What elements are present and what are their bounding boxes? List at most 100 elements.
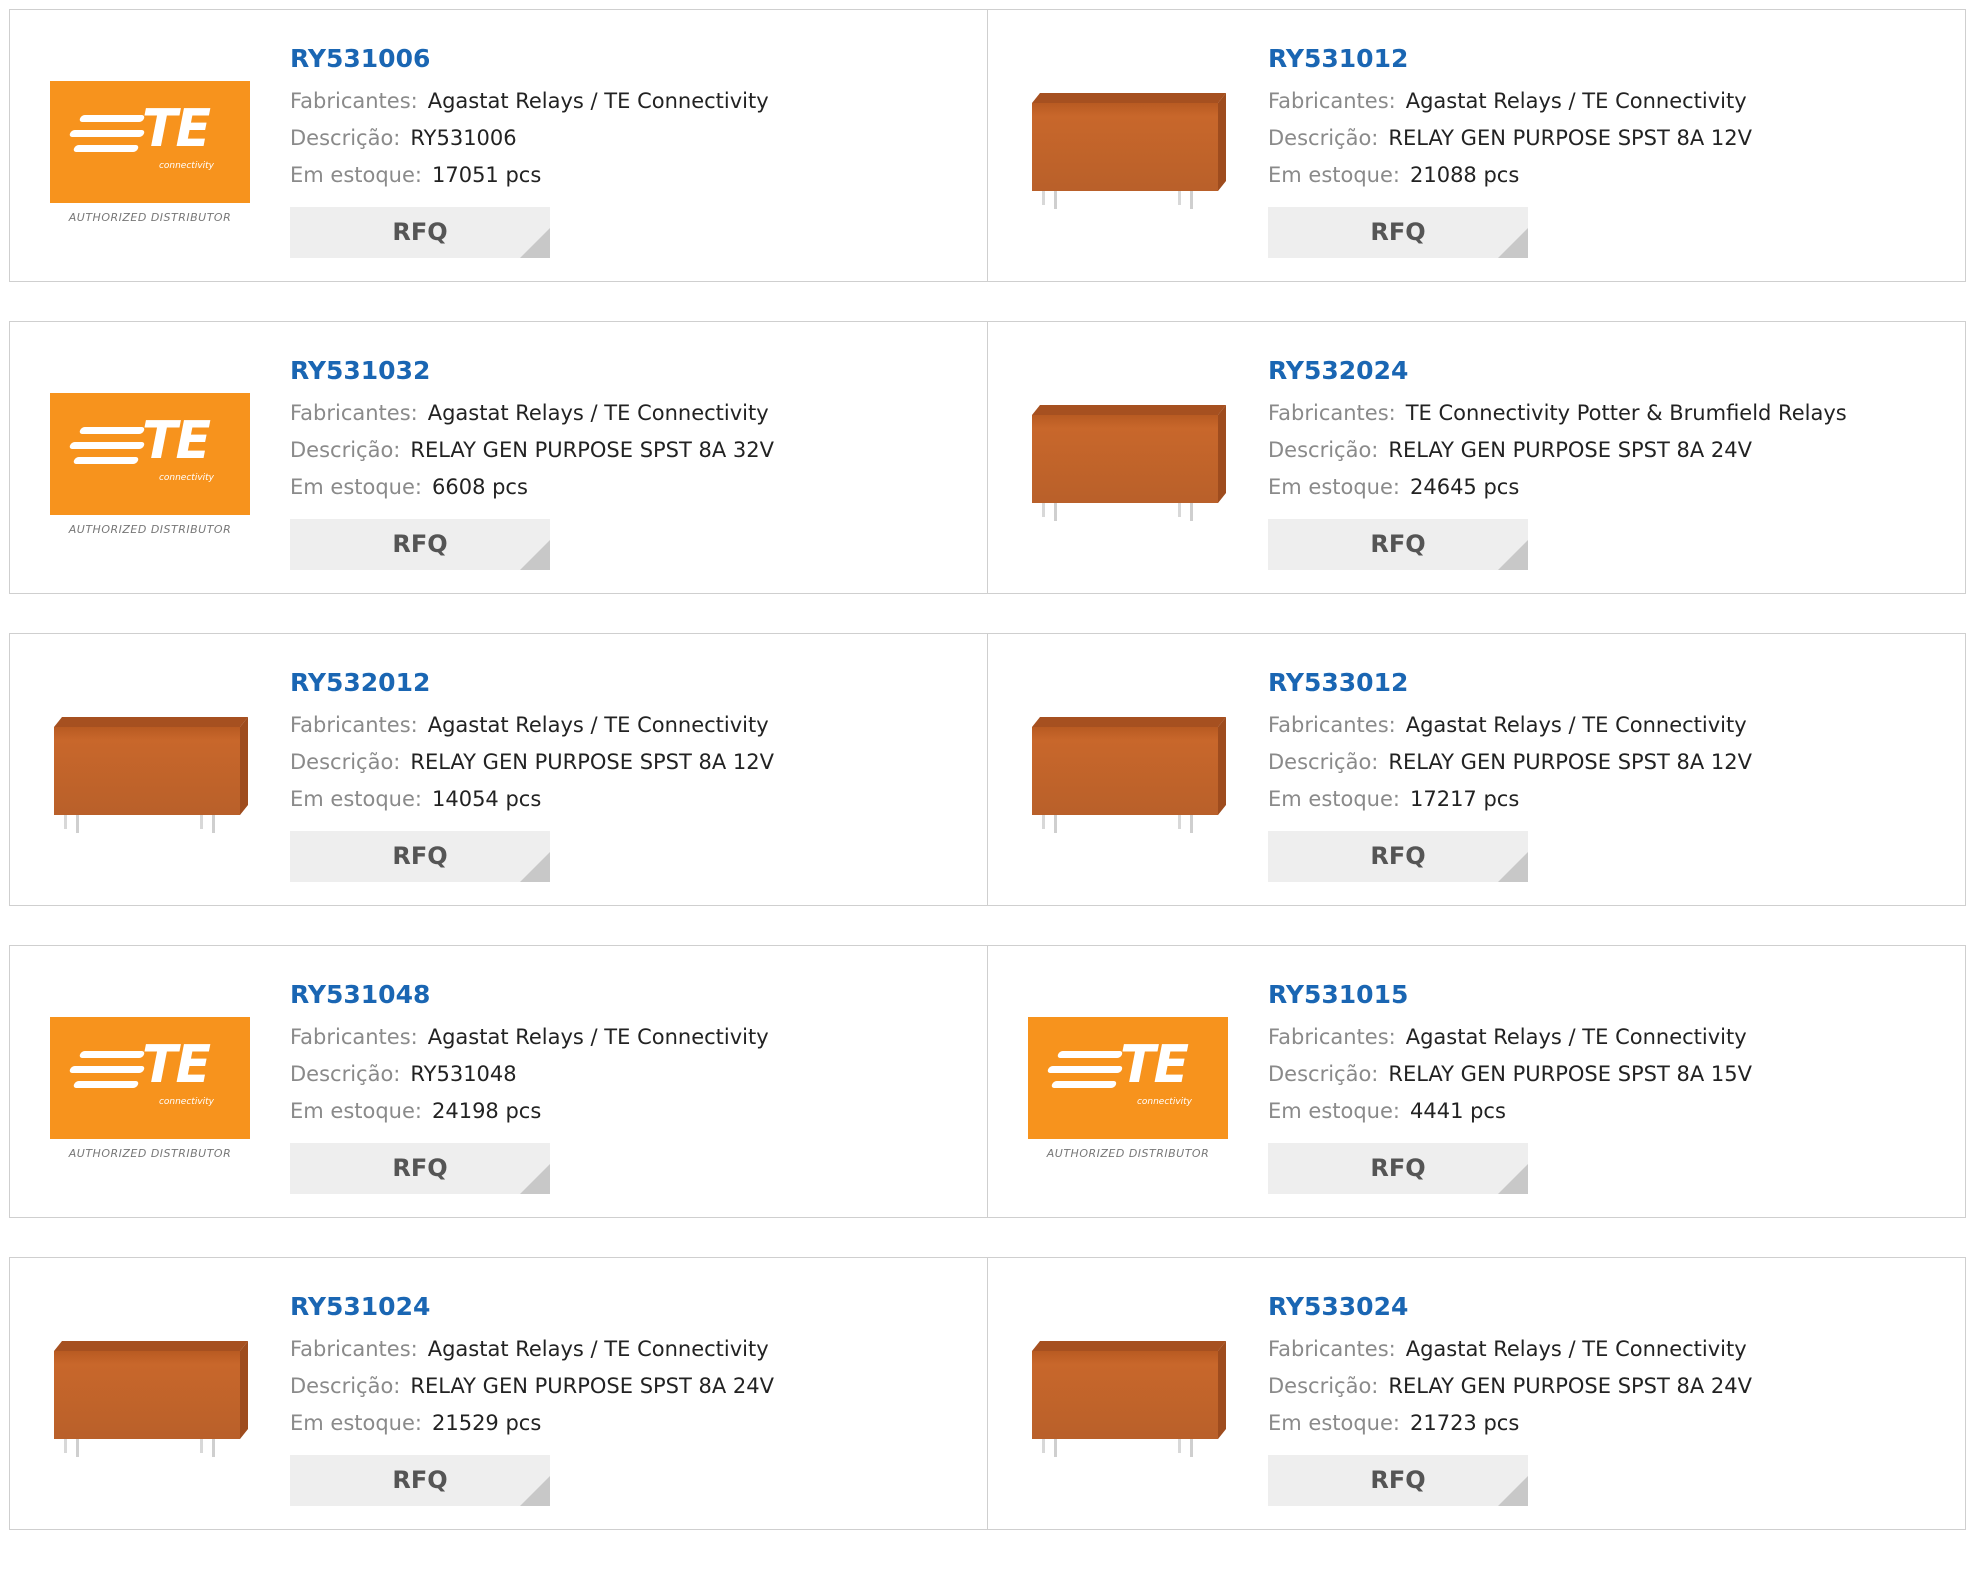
relay-photo [1032,405,1226,521]
rfq-label: RFQ [1370,218,1426,246]
description-row: Descrição: RELAY GEN PURPOSE SPST 8A 24V [290,1368,977,1405]
manufacturer-value: TE Connectivity Potter & Brumfield Relay… [1405,401,1847,425]
manufacturer-label: Fabricantes: [290,401,418,425]
rfq-label: RFQ [1370,1466,1426,1494]
te-logo-bars [1046,1051,1124,1096]
authorized-distributor-text: AUTHORIZED DISTRIBUTOR [68,523,232,536]
product-image[interactable] [1028,700,1228,860]
product-row: RY531024 Fabricantes: Agastat Relays / TE… [9,1257,1966,1530]
rfq-button[interactable]: RFQ [1268,831,1528,882]
description-label: Descrição: [1268,126,1379,150]
description-row: Descrição: RY531048 [290,1056,977,1093]
rfq-corner-triangle [520,1476,550,1506]
product-image[interactable] [50,1324,250,1484]
manufacturer-row: Fabricantes: Agastat Relays / TE Connecti… [1268,83,1955,120]
product-card: RY533024 Fabricantes: Agastat Relays / TE… [988,1257,1966,1530]
product-card: TE connectivity AUTHORIZED DISTRIBUTOR R… [9,321,988,594]
product-image[interactable] [1028,388,1228,548]
product-info: RY531006 Fabricantes: Agastat Relays / TE… [290,44,977,263]
description-label: Descrição: [290,1374,401,1398]
product-image[interactable] [1028,76,1228,236]
stock-value: 24645 pcs [1409,475,1520,499]
product-image[interactable]: TE connectivity AUTHORIZED DISTRIBUTOR [50,1012,250,1172]
rfq-label: RFQ [392,842,448,870]
stock-row: Em estoque: 14054 pcs [290,781,977,818]
manufacturer-value: Agastat Relays / TE Connectivity [427,1337,769,1361]
rfq-button[interactable]: RFQ [290,1455,550,1506]
part-number-link[interactable]: RY531032 [290,356,977,386]
te-logo-box: TE connectivity [50,1017,250,1139]
manufacturer-label: Fabricantes: [290,713,418,737]
stock-value: 21723 pcs [1409,1411,1520,1435]
description-label: Descrição: [290,438,401,462]
product-image[interactable]: TE connectivity AUTHORIZED DISTRIBUTOR [50,76,250,236]
product-info: RY531012 Fabricantes: Agastat Relays / TE… [1268,44,1955,263]
product-card: TE connectivity AUTHORIZED DISTRIBUTOR R… [9,945,988,1218]
te-logo-box: TE connectivity [50,393,250,515]
manufacturer-row: Fabricantes: Agastat Relays / TE Connecti… [290,395,977,432]
manufacturer-value: Agastat Relays / TE Connectivity [1405,89,1747,113]
description-row: Descrição: RELAY GEN PURPOSE SPST 8A 12V [290,744,977,781]
rfq-button[interactable]: RFQ [290,831,550,882]
product-info: RY532012 Fabricantes: Agastat Relays / TE… [290,668,977,887]
stock-label: Em estoque: [1268,163,1400,187]
stock-value: 17051 pcs [431,163,542,187]
description-label: Descrição: [290,750,401,774]
rfq-corner-triangle [520,1164,550,1194]
product-image[interactable]: TE connectivity AUTHORIZED DISTRIBUTOR [1028,1012,1228,1172]
product-card: RY531024 Fabricantes: Agastat Relays / TE… [9,1257,988,1530]
stock-label: Em estoque: [1268,475,1400,499]
description-row: Descrição: RELAY GEN PURPOSE SPST 8A 12V [1268,744,1955,781]
stock-label: Em estoque: [1268,1099,1400,1123]
description-value: RELAY GEN PURPOSE SPST 8A 24V [1388,438,1753,462]
te-logo-subtext: connectivity [1136,1097,1192,1107]
part-number-link[interactable]: RY531006 [290,44,977,74]
rfq-label: RFQ [1370,1154,1426,1182]
manufacturer-label: Fabricantes: [290,89,418,113]
description-label: Descrição: [1268,438,1379,462]
description-row: Descrição: RELAY GEN PURPOSE SPST 8A 24V [1268,1368,1955,1405]
product-image[interactable] [50,700,250,860]
stock-row: Em estoque: 24198 pcs [290,1093,977,1130]
rfq-corner-triangle [1498,852,1528,882]
rfq-button[interactable]: RFQ [290,519,550,570]
part-number-link[interactable]: RY531015 [1268,980,1955,1010]
description-value: RELAY GEN PURPOSE SPST 8A 24V [410,1374,775,1398]
te-logo-text: TE [142,1035,211,1095]
rfq-corner-triangle [1498,1476,1528,1506]
rfq-label: RFQ [1370,842,1426,870]
rfq-button[interactable]: RFQ [290,1143,550,1194]
description-value: RELAY GEN PURPOSE SPST 8A 12V [1388,750,1753,774]
part-number-link[interactable]: RY532012 [290,668,977,698]
te-logo-subtext: connectivity [158,473,214,483]
rfq-button[interactable]: RFQ [290,207,550,258]
part-number-link[interactable]: RY531012 [1268,44,1955,74]
part-number-link[interactable]: RY531024 [290,1292,977,1322]
part-number-link[interactable]: RY533024 [1268,1292,1955,1322]
manufacturer-row: Fabricantes: Agastat Relays / TE Connecti… [1268,1331,1955,1368]
manufacturer-row: Fabricantes: Agastat Relays / TE Connecti… [1268,707,1955,744]
part-number-link[interactable]: RY533012 [1268,668,1955,698]
stock-label: Em estoque: [1268,787,1400,811]
rfq-corner-triangle [520,540,550,570]
description-value: RY531048 [410,1062,517,1086]
rfq-button[interactable]: RFQ [1268,1455,1528,1506]
rfq-button[interactable]: RFQ [1268,1143,1528,1194]
part-number-link[interactable]: RY532024 [1268,356,1955,386]
rfq-button[interactable]: RFQ [1268,207,1528,258]
manufacturer-value: Agastat Relays / TE Connectivity [427,1025,769,1049]
product-card: RY532024 Fabricantes: TE Connectivity Pot… [988,321,1966,594]
rfq-corner-triangle [1498,540,1528,570]
manufacturer-row: Fabricantes: Agastat Relays / TE Connecti… [1268,1019,1955,1056]
stock-value: 6608 pcs [431,475,528,499]
stock-label: Em estoque: [290,475,422,499]
part-number-link[interactable]: RY531048 [290,980,977,1010]
product-row: TE connectivity AUTHORIZED DISTRIBUTOR R… [9,9,1966,282]
description-value: RELAY GEN PURPOSE SPST 8A 12V [410,750,775,774]
stock-label: Em estoque: [290,1099,422,1123]
product-image[interactable] [1028,1324,1228,1484]
product-grid: TE connectivity AUTHORIZED DISTRIBUTOR R… [9,9,1966,1569]
product-image[interactable]: TE connectivity AUTHORIZED DISTRIBUTOR [50,388,250,548]
rfq-button[interactable]: RFQ [1268,519,1528,570]
te-connectivity-logo: TE connectivity AUTHORIZED DISTRIBUTOR [50,81,250,231]
